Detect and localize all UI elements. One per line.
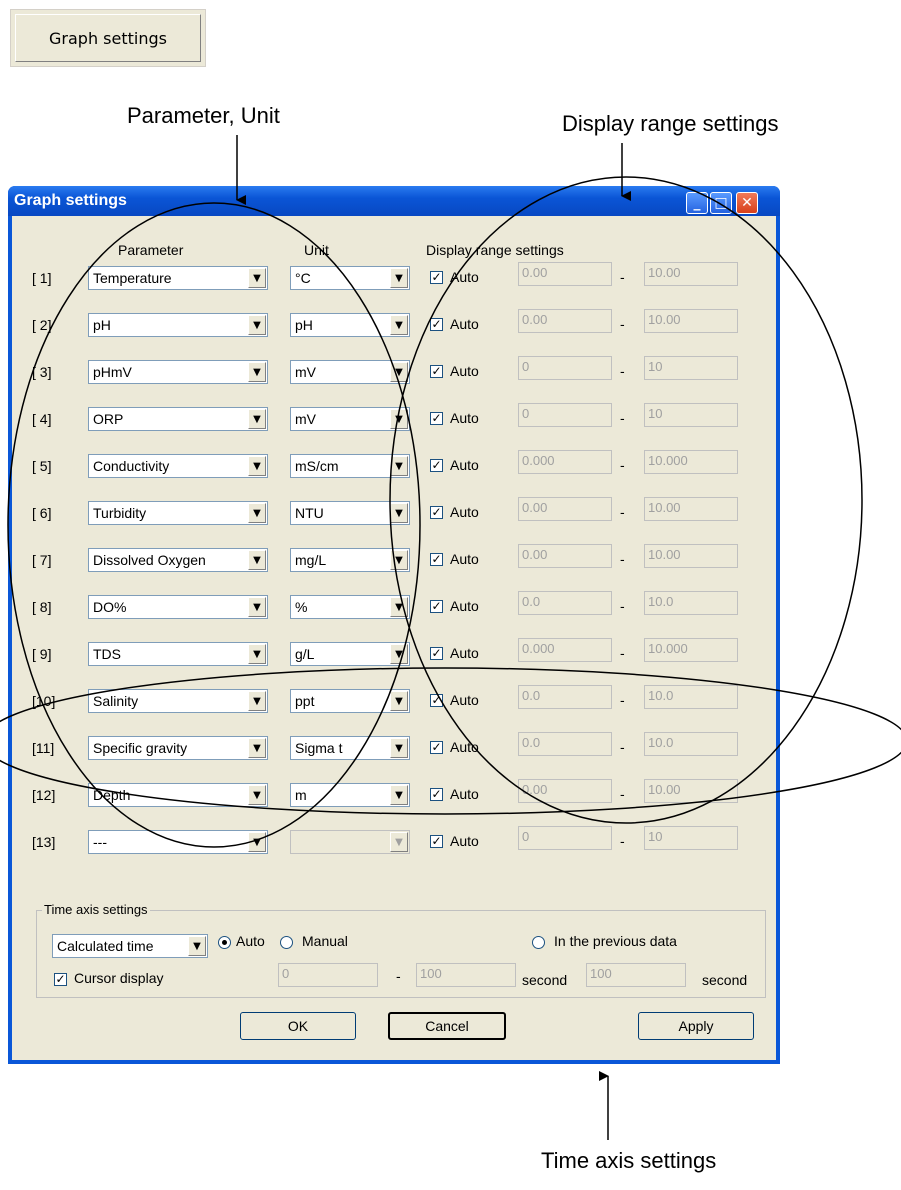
annotation-overlay [0, 135, 901, 1140]
time-axis-ellipse [0, 667, 901, 815]
param-unit-ellipse [7, 202, 421, 848]
display-range-ellipse [389, 176, 863, 824]
